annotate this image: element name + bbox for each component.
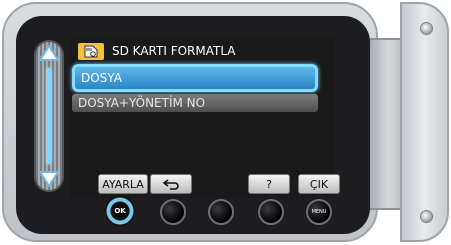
help-softkey-label: ? xyxy=(266,177,272,191)
option-dosya[interactable]: DOSYA xyxy=(72,64,318,92)
sd-card-format-icon xyxy=(78,42,104,60)
menu-button-label: MENU xyxy=(311,209,327,215)
slider-scroll[interactable] xyxy=(34,40,64,192)
help-softkey[interactable]: ? xyxy=(248,174,290,194)
hardware-button-4[interactable] xyxy=(258,199,284,225)
ok-button[interactable]: OK xyxy=(105,196,135,226)
hardware-button-2[interactable] xyxy=(160,199,186,225)
dialog-title: SD KARTI FORMATLA xyxy=(78,42,236,60)
menu-button[interactable]: MENU xyxy=(306,199,332,225)
option-dosya-yonetim-no[interactable]: DOSYA+YÖNETİM NO xyxy=(72,94,318,112)
scroll-down-arrow-icon[interactable] xyxy=(36,160,62,188)
ok-button-label: OK xyxy=(114,207,126,215)
return-icon xyxy=(162,179,179,190)
scroll-indicator xyxy=(47,68,51,164)
set-softkey-label: AYARLA xyxy=(102,177,144,191)
exit-softkey[interactable]: ÇIK xyxy=(298,174,340,194)
side-flap xyxy=(400,2,449,242)
set-softkey[interactable]: AYARLA xyxy=(98,174,148,194)
dialog-title-text: SD KARTI FORMATLA xyxy=(112,44,236,58)
exit-softkey-label: ÇIK xyxy=(309,177,329,191)
back-softkey[interactable] xyxy=(150,174,192,194)
hardware-button-3[interactable] xyxy=(208,199,234,225)
screw-icon xyxy=(420,22,433,35)
screw-icon xyxy=(420,210,433,223)
